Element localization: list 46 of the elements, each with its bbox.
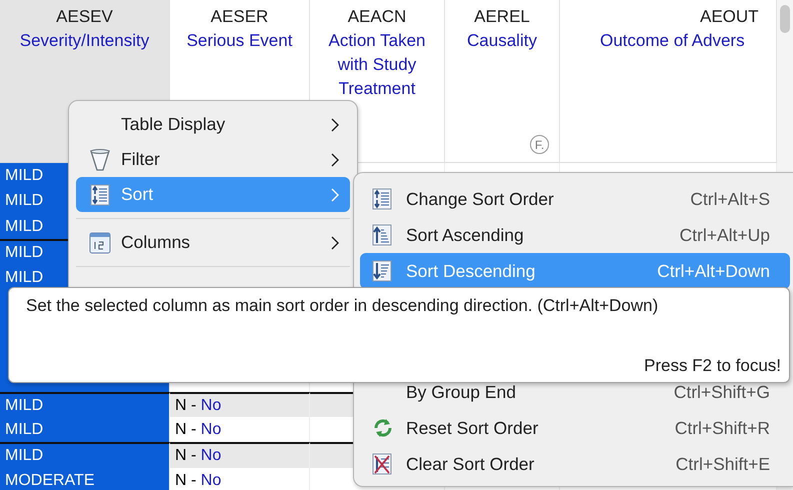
chevron-icon — [330, 152, 340, 168]
shortcut-label: Ctrl+Shift+G — [674, 382, 770, 402]
table-cell: N - No — [170, 442, 310, 468]
clear-sort-icon — [372, 453, 392, 475]
shortcut-label: Ctrl+Alt+Down — [657, 260, 770, 282]
tooltip-text: Set the selected column as main sort order in descending direction. (Ctrl+Alt+Down) — [26, 296, 660, 316]
menu-item[interactable]: Reset Sort Order Ctrl+Shift+R — [360, 410, 790, 446]
table-cell: MILD — [0, 442, 170, 468]
sort-descending-icon — [372, 260, 392, 282]
table-cell: MILD — [0, 392, 170, 417]
column-label: Causality — [466, 30, 538, 52]
refresh-icon — [372, 417, 394, 439]
sort-ascending-icon — [372, 224, 392, 246]
chevron-icon — [330, 116, 340, 132]
column-name: AESER — [210, 6, 268, 28]
column-label: Serious Event — [186, 30, 294, 52]
shortcut-label: Ctrl+Shift+E — [676, 454, 770, 474]
chevron-icon — [330, 234, 340, 250]
column-label: Action Taken with Study Treatment — [327, 30, 427, 100]
shortcut-label: Ctrl+Alt+Up — [680, 224, 770, 246]
menu-item[interactable]: Sort Ascending Ctrl+Alt+Up — [360, 217, 790, 253]
shortcut-label: Ctrl+Alt+S — [690, 188, 770, 210]
table-cell: MILD — [0, 416, 170, 442]
filter-icon — [89, 148, 111, 172]
column-name: AESEV — [56, 6, 113, 28]
calendar-icon — [89, 232, 111, 254]
column-label: Severity/Intensity — [18, 30, 150, 52]
column-label: Outcome of Advers — [599, 30, 746, 52]
table-cell: N - No — [170, 392, 310, 417]
column-name: AEOUT — [699, 6, 759, 28]
column-header[interactable]: AEREL Causality F. — [445, 0, 560, 163]
sort-list-icon — [90, 184, 110, 206]
tooltip-hint: Press F2 to focus! — [644, 356, 781, 376]
column-name: AEREL — [474, 6, 530, 28]
table-cell: N - No — [170, 468, 310, 490]
scrollbar-thumb[interactable] — [780, 5, 790, 33]
menu-item[interactable]: Clear Sort Order Ctrl+Shift+E — [360, 446, 790, 482]
sort-list-icon — [372, 188, 392, 210]
shortcut-label: Ctrl+Shift+R — [674, 418, 770, 438]
table-cell: MODERATE — [0, 468, 170, 490]
column-header[interactable]: AEOUT Outcome of Advers — [560, 0, 777, 163]
column-name: AEACN — [348, 6, 406, 28]
filter-indicator[interactable]: F. — [530, 135, 549, 154]
chevron-icon — [330, 186, 340, 202]
menu-item[interactable]: Change Sort Order Ctrl+Alt+S — [360, 181, 790, 217]
table-cell: N - No — [170, 416, 310, 442]
